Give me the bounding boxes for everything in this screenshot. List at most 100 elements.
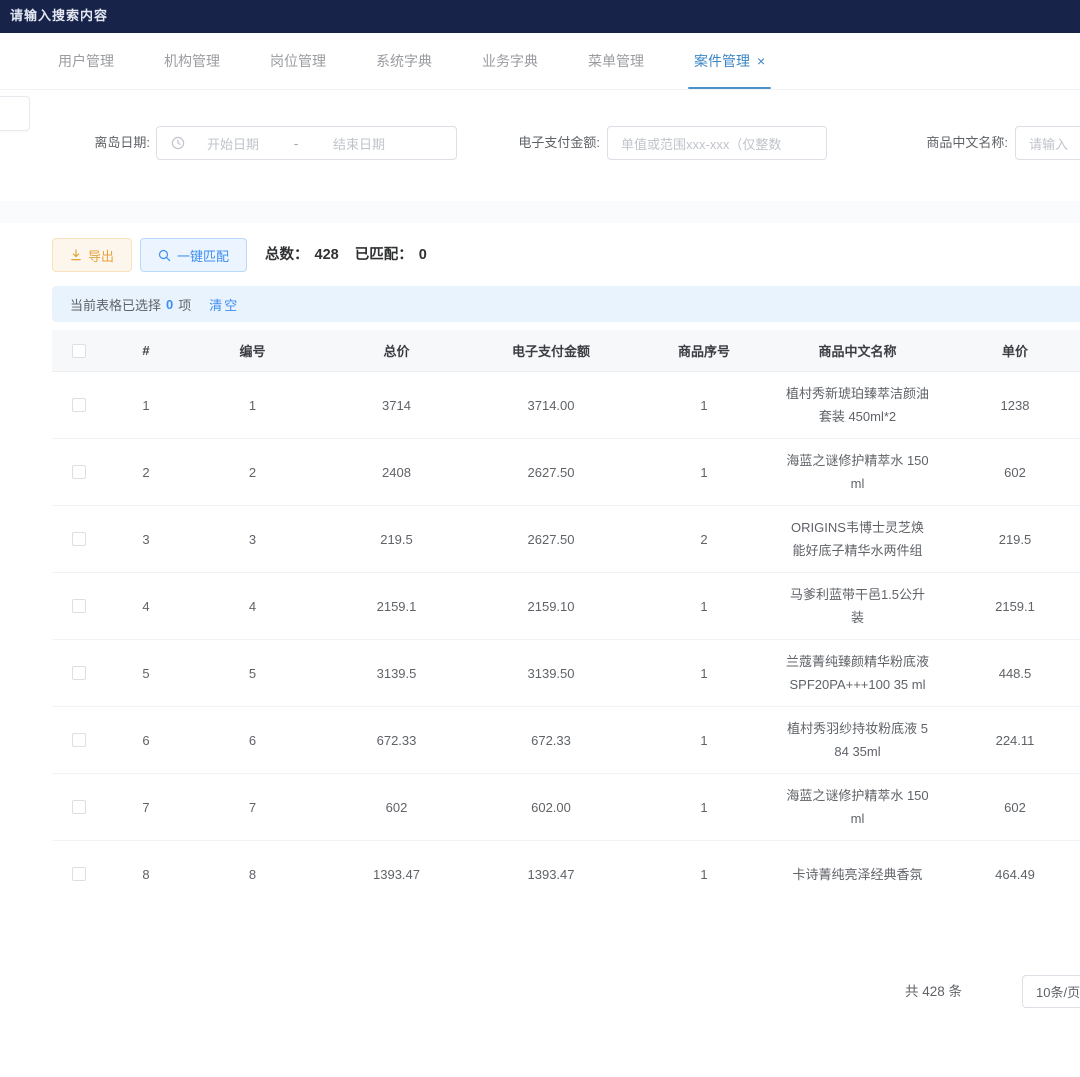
cell-product-name: 马爹利蓝带干邑1.5公升装 xyxy=(780,573,935,639)
cell-item-no: 1 xyxy=(628,733,780,748)
cell-code: 4 xyxy=(186,599,319,614)
tab-label: 岗位管理 xyxy=(270,51,326,71)
cell-total-price: 3714 xyxy=(319,398,474,413)
row-checkbox[interactable] xyxy=(72,599,86,613)
tab-label: 用户管理 xyxy=(58,51,114,71)
cell-index: 1 xyxy=(106,398,186,413)
cell-item-no: 2 xyxy=(628,532,780,547)
date-start-placeholder: 开始日期 xyxy=(185,134,281,153)
total-count-value: 428 xyxy=(315,247,339,263)
row-select-cell xyxy=(52,599,106,613)
app-window: 请输入搜索内容 用户管理机构管理岗位管理系统字典业务字典菜单管理案件管理× 离岛… xyxy=(0,0,1080,1077)
cell-index: 3 xyxy=(106,532,186,547)
collapsed-side-panel[interactable] xyxy=(0,96,30,131)
table-row: 66672.33672.331植村秀羽纱持妆粉底液 584 35ml224.11 xyxy=(52,707,1080,774)
clear-selection-link[interactable]: 清空 xyxy=(209,295,239,314)
cell-index: 5 xyxy=(106,666,186,681)
row-checkbox[interactable] xyxy=(72,800,86,814)
date-range-input[interactable]: 开始日期 - 结束日期 xyxy=(156,126,457,160)
select-all-checkbox[interactable] xyxy=(72,344,86,358)
column-header: # xyxy=(106,343,186,358)
tab-label: 业务字典 xyxy=(482,51,538,71)
row-select-cell xyxy=(52,867,106,881)
tab-label: 案件管理 xyxy=(694,51,750,71)
cell-product-name: 植村秀新琥珀臻萃洁颜油套装 450ml*2 xyxy=(780,372,935,438)
match-stats: 总数：428已匹配：0 xyxy=(265,238,433,272)
tab-item[interactable]: 岗位管理 xyxy=(270,33,326,89)
cell-product-name: ORIGINS韦博士灵芝焕能好底子精华水两件组 xyxy=(780,506,935,572)
cell-total-price: 3139.5 xyxy=(319,666,474,681)
row-select-cell xyxy=(52,800,106,814)
tab-item[interactable]: 用户管理 xyxy=(58,33,114,89)
row-checkbox[interactable] xyxy=(72,733,86,747)
tab-bar: 用户管理 机构管理 岗位管理 系统字典 业务字典 菜单管理 案件管理 × xyxy=(0,33,1080,90)
cell-unit-price: 448.5 xyxy=(935,666,1080,681)
cell-unit-price: 224.11 xyxy=(935,733,1080,748)
export-button[interactable]: 导出 xyxy=(52,238,132,272)
date-end-placeholder: 结束日期 xyxy=(311,134,407,153)
table-body: 1137143714.001植村秀新琥珀臻萃洁颜油套装 450ml*212382… xyxy=(52,372,1080,907)
cell-index: 8 xyxy=(106,867,186,882)
cell-code: 6 xyxy=(186,733,319,748)
row-select-cell xyxy=(52,465,106,479)
column-header: 总价 xyxy=(319,341,474,360)
cell-unit-price: 464.49 xyxy=(935,867,1080,882)
global-search-input[interactable]: 请输入搜索内容 xyxy=(10,5,108,24)
cases-table: #编号总价电子支付金额商品序号商品中文名称单价 1137143714.001植村… xyxy=(52,330,1080,907)
cell-total-price: 672.33 xyxy=(319,733,474,748)
export-button-label: 导出 xyxy=(88,246,114,265)
row-checkbox[interactable] xyxy=(72,867,86,881)
cell-item-no: 1 xyxy=(628,867,780,882)
cell-product-name: 兰蔻菁纯臻颜精华粉底液SPF20PA+++100 35 ml xyxy=(780,640,935,706)
cell-code: 7 xyxy=(186,800,319,815)
page-size-select[interactable]: 10条/页 xyxy=(1022,975,1080,1008)
column-header: 商品中文名称 xyxy=(780,341,935,360)
product-name-input[interactable]: 请输入 xyxy=(1015,126,1080,160)
topbar: 请输入搜索内容 xyxy=(0,0,1080,33)
tab-label: 系统字典 xyxy=(376,51,432,71)
cell-payment-amount: 3714.00 xyxy=(474,398,628,413)
cell-total-price: 2408 xyxy=(319,465,474,480)
cell-code: 8 xyxy=(186,867,319,882)
tab-item[interactable]: 业务字典 xyxy=(482,33,538,89)
tab-item[interactable]: 菜单管理 xyxy=(588,33,644,89)
cell-product-name: 植村秀羽纱持妆粉底液 584 35ml xyxy=(780,707,935,773)
one-click-match-label: 一键匹配 xyxy=(177,246,229,265)
cell-code: 5 xyxy=(186,666,319,681)
one-click-match-button[interactable]: 一键匹配 xyxy=(140,238,247,272)
tab-close-icon[interactable]: × xyxy=(757,54,765,68)
table-row: 553139.53139.501兰蔻菁纯臻颜精华粉底液SPF20PA+++100… xyxy=(52,640,1080,707)
row-select-cell xyxy=(52,398,106,412)
cell-unit-price: 219.5 xyxy=(935,532,1080,547)
row-checkbox[interactable] xyxy=(72,532,86,546)
row-select-cell xyxy=(52,733,106,747)
cell-unit-price: 602 xyxy=(935,800,1080,815)
cell-index: 7 xyxy=(106,800,186,815)
tab-item[interactable]: 系统字典 xyxy=(376,33,432,89)
tab-active[interactable]: 案件管理 × xyxy=(694,33,765,89)
payment-amount-input[interactable]: 单值或范围xxx-xxx（仅整数 xyxy=(607,126,827,160)
clock-icon xyxy=(171,136,185,150)
cell-item-no: 1 xyxy=(628,599,780,614)
cell-unit-price: 602 xyxy=(935,465,1080,480)
cell-product-name: 海蓝之谜修护精萃水 150ml xyxy=(780,439,935,505)
cell-code: 2 xyxy=(186,465,319,480)
cell-index: 4 xyxy=(106,599,186,614)
row-checkbox[interactable] xyxy=(72,465,86,479)
cell-code: 3 xyxy=(186,532,319,547)
column-header: 单价 xyxy=(935,341,1080,360)
table-row: 1137143714.001植村秀新琥珀臻萃洁颜油套装 450ml*21238 xyxy=(52,372,1080,439)
cell-payment-amount: 2159.10 xyxy=(474,599,628,614)
row-checkbox[interactable] xyxy=(72,666,86,680)
row-checkbox[interactable] xyxy=(72,398,86,412)
selection-prefix: 当前表格已选择 xyxy=(70,295,161,314)
cell-item-no: 1 xyxy=(628,465,780,480)
cell-unit-price: 1238 xyxy=(935,398,1080,413)
tab-item[interactable]: 机构管理 xyxy=(164,33,220,89)
cell-index: 2 xyxy=(106,465,186,480)
cell-product-name: 海蓝之谜修护精萃水 150ml xyxy=(780,774,935,840)
cell-payment-amount: 2627.50 xyxy=(474,532,628,547)
payment-amount-filter-label: 电子支付金额: xyxy=(478,126,600,160)
download-icon xyxy=(70,249,82,261)
tab-label: 机构管理 xyxy=(164,51,220,71)
